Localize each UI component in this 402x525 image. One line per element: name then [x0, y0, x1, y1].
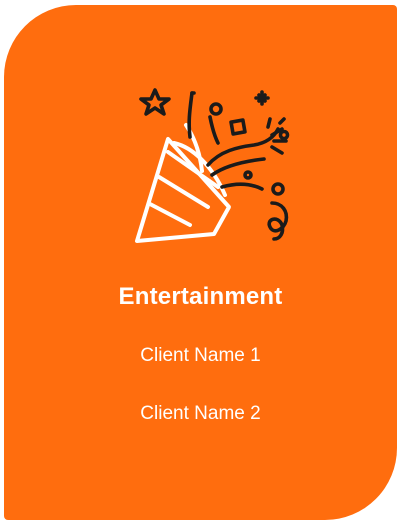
client-name-2: Client Name 2	[140, 403, 261, 424]
card-title: Entertainment	[118, 283, 283, 310]
party-popper-icon	[122, 79, 302, 254]
category-card: Entertainment Client Name 1 Client Name …	[4, 5, 397, 520]
client-name-1: Client Name 1	[140, 345, 261, 366]
